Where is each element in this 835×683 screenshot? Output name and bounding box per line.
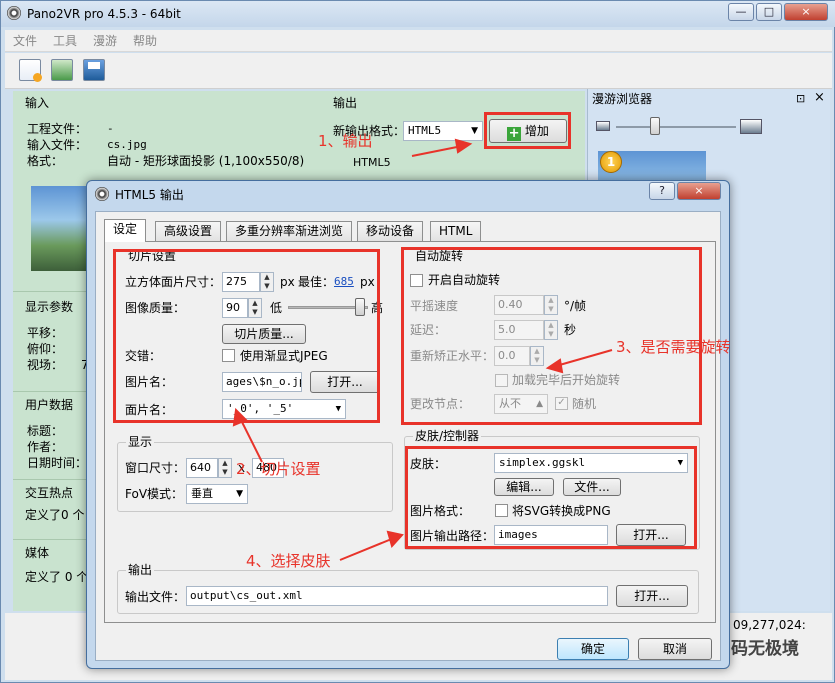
arrow-tiles-head xyxy=(232,407,248,427)
arrow-tiles xyxy=(239,417,263,463)
arrow-skin xyxy=(339,537,395,561)
arrow-output-head xyxy=(454,138,473,154)
tab-settings[interactable]: 设定 xyxy=(104,219,147,242)
annotation-arrows xyxy=(232,138,613,561)
arrow-rotate-head xyxy=(545,358,564,374)
arrow-skin-head xyxy=(386,530,404,549)
arrow-rotate xyxy=(555,349,613,367)
arrow-output xyxy=(411,145,463,157)
